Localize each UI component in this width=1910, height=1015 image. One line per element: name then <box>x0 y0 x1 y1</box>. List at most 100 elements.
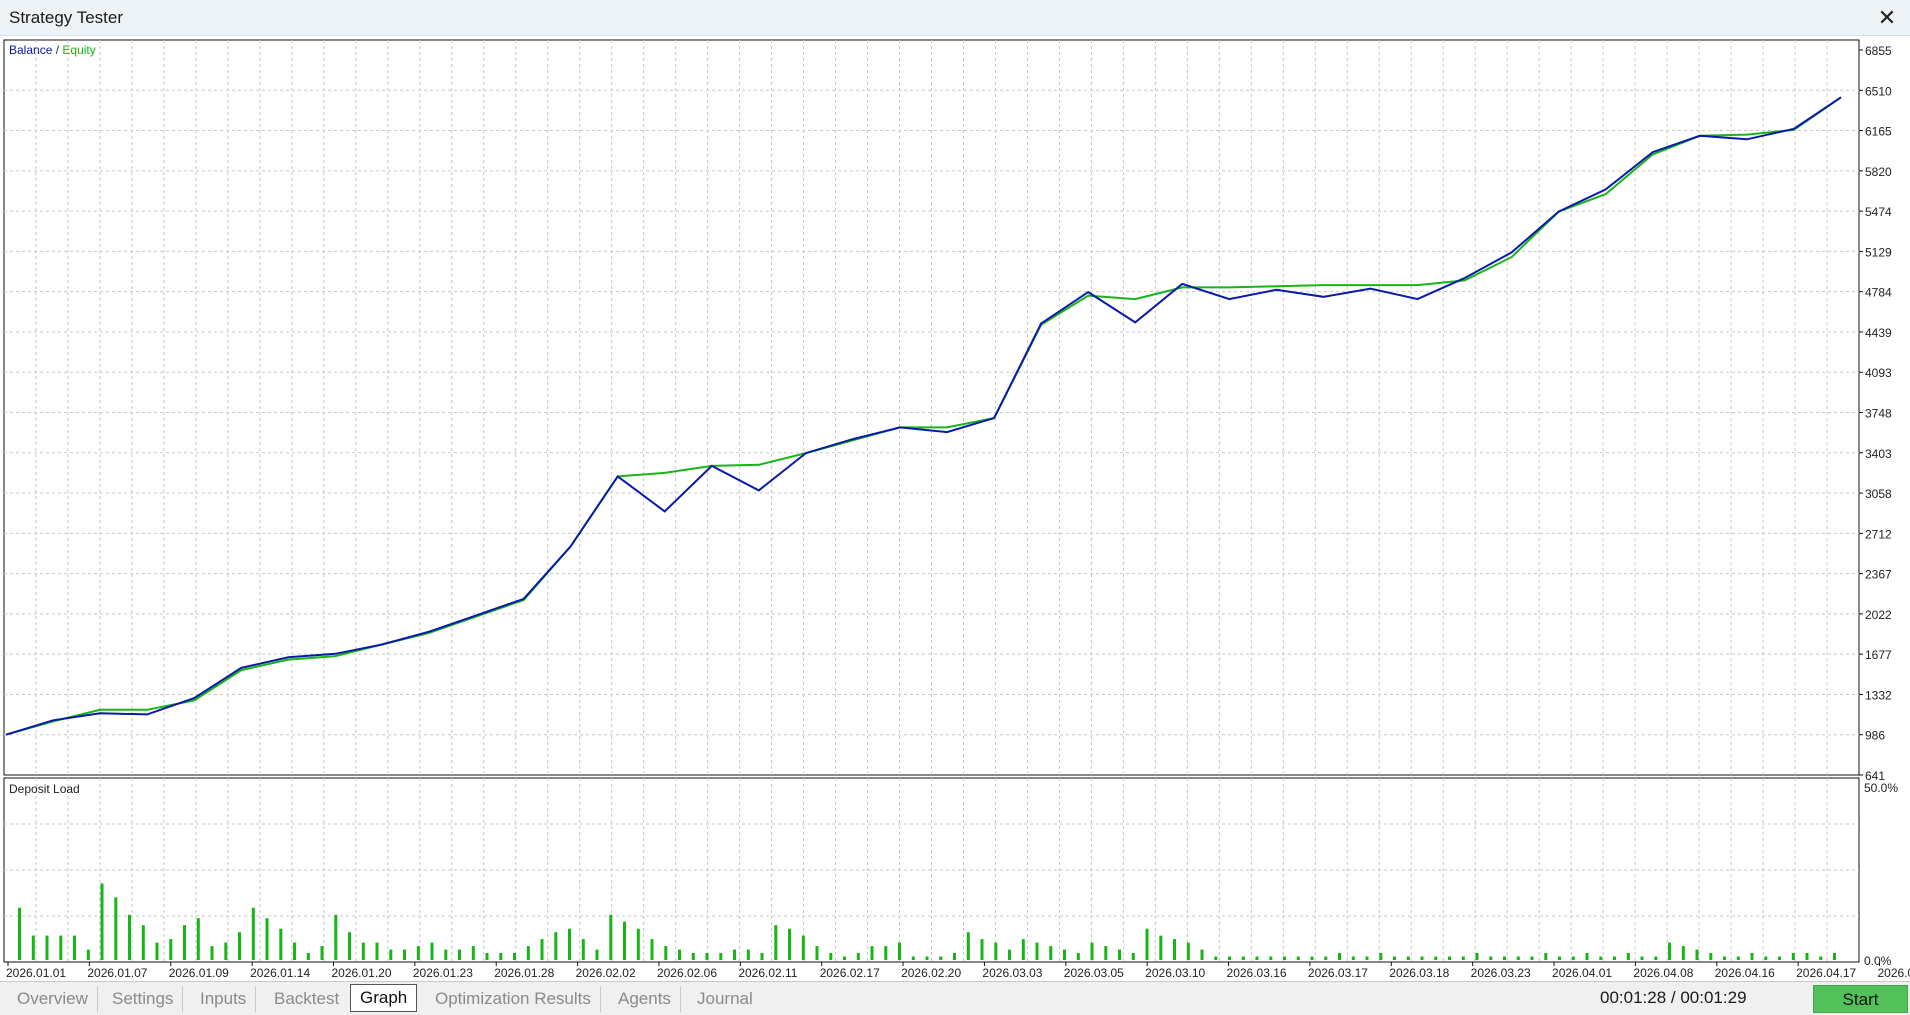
tab-graph[interactable]: Graph <box>350 984 418 1012</box>
tab-inputs[interactable]: Inputs <box>191 986 257 1012</box>
y-tick-label: 1332 <box>1865 688 1892 702</box>
tab-settings[interactable]: Settings <box>103 986 184 1012</box>
deposit-load-bar <box>1681 946 1685 960</box>
deposit-load-bar <box>293 942 296 960</box>
deposit-load-bar <box>1544 953 1548 960</box>
deposit-load-bar <box>169 939 173 960</box>
deposit-load-bar <box>1558 956 1561 960</box>
deposit-load-bar <box>843 956 846 960</box>
chart-svg: 6855 6510 6165 5820 5474 5129 4784 4439 4093 3748… <box>3 39 1910 980</box>
x-tick-label: 2026.02.11 <box>738 966 797 980</box>
deposit-load-bar <box>155 942 159 960</box>
deposit-load-bar <box>1571 956 1575 960</box>
deposit-load-bar <box>1475 953 1479 960</box>
deposit-load-bar <box>18 907 21 960</box>
deposit-load-bar <box>31 935 35 960</box>
y-tick-label: 3058 <box>1865 487 1892 501</box>
deposit-load-title: Deposit Load <box>9 782 80 796</box>
legend-equity: Equity <box>62 43 95 57</box>
deposit-load-bar <box>1365 956 1369 960</box>
deposit-load-bar <box>1035 942 1039 960</box>
deposit-load-bar <box>430 942 434 960</box>
elapsed-timer: 00:01:28 / 00:01:29 <box>1600 988 1747 1007</box>
y-tick-label: 2712 <box>1865 527 1892 541</box>
tab-agents[interactable]: Agents <box>609 986 681 1012</box>
deposit-load-bar <box>389 949 393 960</box>
deposit-load-bar <box>45 935 49 960</box>
deposit-load-bar <box>86 949 90 960</box>
deposit-load-bar <box>279 928 283 960</box>
deposit-load-bar <box>1228 956 1231 960</box>
x-tick-label: 2026.03.05 <box>1064 966 1124 980</box>
deposit-load-bar <box>1736 956 1740 960</box>
deposit-load-bar <box>1118 949 1121 960</box>
x-tick-label: 2026.04.01 <box>1552 966 1612 980</box>
deposit-load-bar <box>760 953 764 960</box>
y-tick-label: 4093 <box>1865 366 1892 380</box>
deposit-load-bar <box>224 942 228 960</box>
x-tick-label: 2026.01.01 <box>6 966 66 980</box>
deposit-load-bar <box>1406 956 1410 960</box>
deposit-load-bar <box>265 918 269 960</box>
deposit-load-bar <box>788 928 791 960</box>
deposit-load-bar <box>416 946 420 960</box>
deposit-load-bar <box>1626 953 1630 960</box>
deposit-load-bar <box>1269 956 1273 960</box>
chart-legend: Balance / Equity <box>9 43 96 57</box>
y-tick-label: 1677 <box>1865 648 1892 662</box>
x-tick-label: 2026.04.08 <box>1633 966 1693 980</box>
y-tick-label: 6855 <box>1865 44 1892 58</box>
tab-backtest[interactable]: Backtest <box>265 986 348 1012</box>
deposit-load-bar <box>196 918 200 960</box>
deposit-load-bar <box>581 939 585 960</box>
deposit-load-bar <box>183 925 186 960</box>
legend-separator: / <box>52 43 62 57</box>
y-tick-label: 4439 <box>1865 326 1892 340</box>
deposit-load-bar <box>114 897 118 960</box>
close-icon[interactable]: ✕ <box>1872 3 1902 33</box>
deposit-load-bar <box>73 935 76 960</box>
deposit-load-bar <box>375 942 379 960</box>
deposit-load-bar <box>1324 956 1328 960</box>
deposit-load-bar <box>774 925 778 960</box>
x-tick-label: 2026.01.28 <box>494 966 554 980</box>
deposit-load-bar <box>1764 956 1768 960</box>
deposit-load-bar <box>1338 953 1341 960</box>
deposit-load-bar <box>1173 939 1176 960</box>
x-tick-label: 2026.02.06 <box>657 966 717 980</box>
deposit-load-bar <box>636 928 640 960</box>
deposit-load-bar <box>1379 953 1383 960</box>
y-tick-label: 6510 <box>1865 84 1892 98</box>
x-tick-label: 2026.01.20 <box>331 966 391 980</box>
y-tick-label: 5820 <box>1865 165 1892 179</box>
deposit-load-bar <box>1393 956 1396 960</box>
deposit-load-bar <box>994 942 998 960</box>
deposit-load-bar <box>568 928 571 960</box>
tab-optimization-results[interactable]: Optimization Results <box>426 986 601 1012</box>
deposit-load-bar <box>829 953 833 960</box>
deposit-load-bar <box>361 942 365 960</box>
tab-journal[interactable]: Journal <box>688 986 762 1012</box>
deposit-load-bar <box>1214 956 1218 960</box>
deposit-load-bar <box>980 939 984 960</box>
deposit-load-bar <box>705 953 709 960</box>
deposit-load-bar <box>513 953 516 960</box>
deposit-load-bar <box>856 953 860 960</box>
deposit-load-bar <box>925 956 929 960</box>
x-tick-label: 2026.02.20 <box>901 966 961 980</box>
x-tick-label: 2026.03.17 <box>1308 966 1368 980</box>
deposit-load-bar <box>801 935 805 960</box>
deposit-load-bar <box>306 953 310 960</box>
deposit-load-bar <box>1351 956 1355 960</box>
tab-overview[interactable]: Overview <box>8 986 98 1012</box>
deposit-load-bar <box>1008 949 1011 960</box>
y-tick-label: 986 <box>1865 729 1885 743</box>
start-button[interactable]: Start <box>1813 985 1908 1013</box>
deposit-load-max-label: 50.0% <box>1864 781 1898 795</box>
deposit-load-bar <box>719 953 723 960</box>
x-tick-label: 2026.04.24 <box>1878 966 1910 980</box>
deposit-load-bar <box>1654 956 1658 960</box>
deposit-load-bar <box>458 949 461 960</box>
x-tick-label: 2026.03.23 <box>1471 966 1531 980</box>
x-tick-label: 2026.03.03 <box>982 966 1042 980</box>
